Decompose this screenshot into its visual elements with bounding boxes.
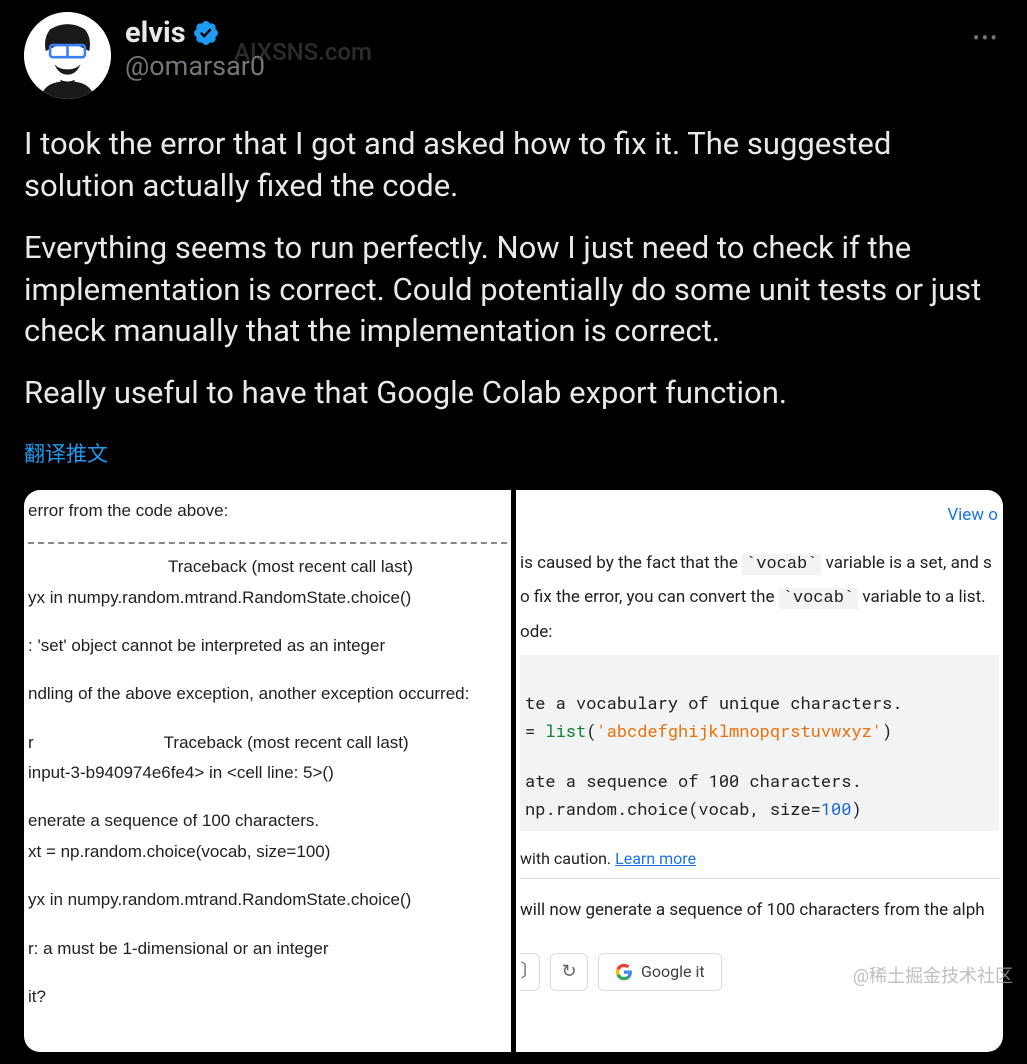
code-line: np.random.choice(vocab, size=100) xyxy=(525,795,994,823)
error-text: r: a must be 1-dimensional or an integer xyxy=(28,936,507,962)
tweet-text: I took the error that I got and asked ho… xyxy=(24,123,1003,414)
translate-link[interactable]: 翻译推文 xyxy=(24,438,108,468)
error-text: xt = np.random.choice(vocab, size=100) xyxy=(28,839,507,865)
refresh-button[interactable]: ↻ xyxy=(550,953,588,991)
explain-text: ode: xyxy=(520,619,999,645)
error-text: yx in numpy.random.mtrand.RandomState.ch… xyxy=(28,887,507,913)
explain-text: o fix the error, you can convert the `vo… xyxy=(520,584,999,612)
explain-text: is caused by the fact that the `vocab` v… xyxy=(520,550,999,578)
error-text: Traceback (most recent call last) xyxy=(28,554,507,580)
google-logo-icon xyxy=(615,963,633,981)
error-text: yx in numpy.random.mtrand.RandomState.ch… xyxy=(28,585,507,611)
footer-watermark: @稀土掘金技术社区 xyxy=(853,962,1013,988)
display-name[interactable]: elvis xyxy=(125,16,186,50)
code-line: ate a sequence of 100 characters. xyxy=(525,767,994,795)
code-block: te a vocabulary of unique characters. = … xyxy=(520,655,999,831)
error-text: : 'set' object cannot be interpreted as … xyxy=(28,633,507,659)
tweet-paragraph: Everything seems to run perfectly. Now I… xyxy=(24,227,1003,353)
error-text: error from the code above: xyxy=(28,498,507,524)
error-text: it? xyxy=(28,984,507,1010)
tweet-container: elvis @omarsar0 AIXSNS.com ••• I took th… xyxy=(0,0,1027,1064)
caution-text: with caution. Learn more xyxy=(520,841,999,879)
error-text: enerate a sequence of 100 characters. xyxy=(28,808,507,834)
google-it-button[interactable]: Google it xyxy=(598,953,722,991)
error-text: rTraceback (most recent call last) xyxy=(28,730,507,756)
learn-more-link[interactable]: Learn more xyxy=(615,849,696,868)
collapse-button[interactable]: 〕 xyxy=(520,953,540,991)
tweet-header: elvis @omarsar0 AIXSNS.com ••• xyxy=(24,12,1003,99)
error-text: input-3-b940974e6fe4> in <cell line: 5>(… xyxy=(28,760,507,786)
code-line: te a vocabulary of unique characters. xyxy=(525,689,994,717)
image-left[interactable]: error from the code above: Traceback (mo… xyxy=(24,490,512,1052)
more-options-icon[interactable]: ••• xyxy=(973,26,999,50)
verified-badge-icon xyxy=(192,19,220,47)
google-it-label: Google it xyxy=(641,960,705,985)
tweet-paragraph: I took the error that I got and asked ho… xyxy=(24,123,1003,207)
divider xyxy=(28,542,507,544)
error-text: ndling of the above exception, another e… xyxy=(28,681,507,707)
tweet-paragraph: Really useful to have that Google Colab … xyxy=(24,372,1003,414)
view-link[interactable]: View o xyxy=(947,502,998,528)
avatar[interactable] xyxy=(24,12,111,99)
explain-text: will now generate a sequence of 100 char… xyxy=(520,897,999,923)
code-line: = list('abcdefghijklmnopqrstuvwxyz') xyxy=(525,717,994,745)
watermark-top: AIXSNS.com xyxy=(234,38,372,66)
